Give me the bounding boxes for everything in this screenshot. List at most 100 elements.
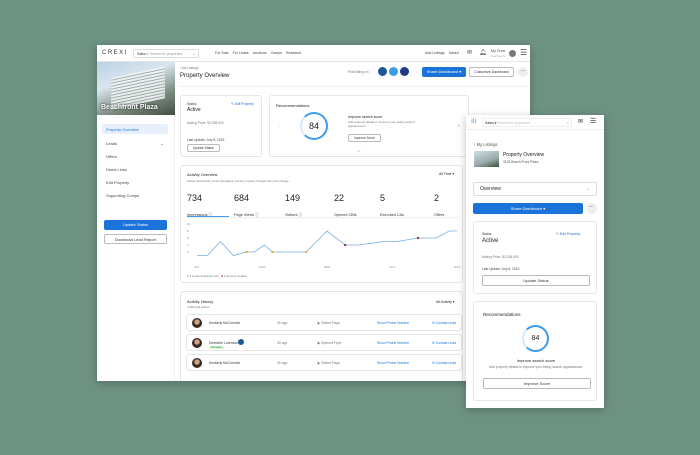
sidebar-item-property-overview[interactable]: Property Overview xyxy=(102,124,168,134)
asking-price: Asking Price: $2,035,000 xyxy=(187,121,224,125)
action-label: Visited Page xyxy=(320,361,340,365)
nav-for-lease[interactable]: For Lease xyxy=(233,51,249,55)
contact-lead-link[interactable]: ✉ Contact Lead xyxy=(432,361,456,365)
lead-name[interactable]: Kimberly McCormick xyxy=(209,361,240,365)
mail-icon[interactable]: ✉ xyxy=(467,49,472,56)
share-dashboard-button[interactable]: Share Dashboard ▾ xyxy=(473,203,583,214)
update-status-button[interactable]: Update Status xyxy=(482,275,590,286)
more-icon[interactable]: ··· xyxy=(586,203,597,214)
avatar xyxy=(192,338,202,348)
stat-value: 22 xyxy=(334,193,345,203)
sidebar-item-leads[interactable]: Leads ⌄ xyxy=(102,138,168,148)
search-icon[interactable]: ⌕ xyxy=(567,121,569,125)
facebook-icon[interactable] xyxy=(400,67,409,76)
sidebar-item-edit-property[interactable]: Edit Property xyxy=(102,177,168,187)
action: ◉ Visited Page xyxy=(317,321,340,325)
table-row[interactable]: Deshiche Lorenson Hot Lead 3h ago ◉ Open… xyxy=(186,334,462,351)
search-bar[interactable]: Sales ▾ Search for properties ⌕ xyxy=(133,49,199,58)
sales-select[interactable]: Sales xyxy=(485,121,494,125)
nav-research[interactable]: Research xyxy=(286,51,301,55)
mail-icon[interactable]: ✉ xyxy=(578,118,583,125)
table-row[interactable]: Kimberly McCormick 3h ago ◉ Visited Page… xyxy=(186,314,462,331)
add-listings-link[interactable]: Add Listings xyxy=(425,51,445,55)
show-phone-link[interactable]: Show Phone Number xyxy=(377,341,409,345)
x-tick-label: JUL xyxy=(194,265,200,269)
contact-lead-link[interactable]: ✉ Contact Lead xyxy=(432,341,456,345)
contact-lead-link[interactable]: ✉ Contact Lead xyxy=(432,321,456,325)
nav-comps[interactable]: Comps xyxy=(271,51,282,55)
menu-icon[interactable]: ☰ xyxy=(590,117,596,125)
improve-score-button[interactable]: Improve Score xyxy=(348,134,381,142)
y-tick-label: 10 xyxy=(187,222,191,226)
show-phone-link[interactable]: Show Phone Number xyxy=(377,321,409,325)
activity-filter[interactable]: All Activity ▾ xyxy=(436,300,455,304)
overview-dropdown[interactable]: Overview ⌄ xyxy=(473,182,597,196)
edit-property-link[interactable]: ✎ Edit Property xyxy=(231,102,254,106)
activity-overview-card: Activity Overview Shows total activity, … xyxy=(180,165,463,283)
top-nav: CREXI Sales ▾ Search for properties ⌕ For… xyxy=(97,45,530,62)
edit-property-link[interactable]: ✎ Edit Property xyxy=(556,232,580,236)
legend-email: 3 email campaigns sent xyxy=(189,274,219,278)
sidebar-item-offers[interactable]: Offers xyxy=(102,151,168,161)
time: 3h ago xyxy=(277,321,288,325)
user-name[interactable]: My Crexi xyxy=(491,49,505,53)
user-sub: Courtney S. xyxy=(491,54,506,58)
activity-subtitle: Shows total activity, email campaigns, a… xyxy=(187,179,289,183)
bell-icon[interactable]: 🔔︎ xyxy=(479,49,487,56)
next-arrow-icon[interactable]: › xyxy=(458,123,460,129)
status-label: Status xyxy=(482,232,492,236)
twitter-icon[interactable] xyxy=(389,67,398,76)
search-input[interactable]: Search for properties xyxy=(149,52,182,56)
more-icon[interactable]: ··· xyxy=(518,67,528,77)
sidebar-item-supporting-comps[interactable]: Supporting Comps xyxy=(102,190,168,200)
improve-score-button[interactable]: Improve Score xyxy=(483,378,591,389)
badge-icon xyxy=(238,339,244,345)
breadcrumb[interactable]: ‹ My Listings xyxy=(474,142,498,147)
property-name: Beachfront Plaza xyxy=(101,104,158,111)
carousel-dots[interactable]: ● ∙ ∙ ∙ xyxy=(358,149,365,153)
search-input[interactable]: Search for properties xyxy=(497,121,530,125)
linkedin-icon[interactable] xyxy=(378,67,387,76)
update-status-button[interactable]: Update Status xyxy=(187,144,220,152)
property-update-marker[interactable] xyxy=(344,243,347,247)
show-phone-link[interactable]: Show Phone Number xyxy=(377,361,409,365)
recommendations-title: Recommendations xyxy=(483,312,521,317)
sidebar-item-direct-links[interactable]: Direct Links xyxy=(102,164,168,174)
mail-icon: ✉ xyxy=(432,341,435,345)
edit-label: Edit Property xyxy=(559,232,581,236)
property-update-marker[interactable] xyxy=(416,236,420,240)
breadcrumb-link[interactable]: My Listings xyxy=(477,142,498,147)
avatar[interactable] xyxy=(509,50,516,57)
saved-link[interactable]: Saved xyxy=(449,51,459,55)
time: 3h ago xyxy=(277,341,288,345)
table-row[interactable]: Kimberly McCormick 3h ago ◉ Visited Page… xyxy=(186,354,462,371)
activity-title: Activity Overview xyxy=(187,172,218,177)
customize-dashboard-button[interactable]: Customize Dashboard xyxy=(469,67,514,77)
breadcrumb[interactable]: ‹ My Listings xyxy=(180,66,199,70)
x-tick-label: OCT xyxy=(389,265,396,269)
breadcrumb-link[interactable]: My Listings xyxy=(182,66,199,70)
lead-name[interactable]: Kimberly McCormick xyxy=(209,321,240,325)
email-campaign-marker[interactable] xyxy=(245,251,248,253)
mobile-header: ılı Sales ▾ Search for properties ⌕ ✉ ☰ xyxy=(466,115,604,130)
share-label: Share Dashboard xyxy=(426,69,459,74)
lead-name[interactable]: Deshiche Lorenson xyxy=(209,341,238,345)
update-status-button[interactable]: Update Status xyxy=(104,220,167,230)
property-thumbnail xyxy=(474,151,499,167)
history-count: 3,456 total actions xyxy=(187,305,210,309)
download-lead-report-button[interactable]: Download Lead Report xyxy=(104,234,167,244)
nav-for-sale[interactable]: For Sale xyxy=(215,51,229,55)
menu-icon[interactable]: ☰ xyxy=(520,48,527,57)
dropdown-value: Overview xyxy=(480,186,501,192)
last-update: Last Update: July 6, 2019 xyxy=(187,138,225,142)
email-campaign-marker[interactable] xyxy=(271,251,274,253)
mobile-search-bar[interactable]: Sales ▾ Search for properties ⌕ xyxy=(482,118,572,127)
rec-heading: Improve search score xyxy=(516,358,556,363)
time-filter[interactable]: All Time ▾ xyxy=(439,172,454,176)
mail-icon: ✉ xyxy=(432,361,435,365)
share-dashboard-button[interactable]: Share Dashboard ▾ xyxy=(422,67,466,77)
search-icon[interactable]: ⌕ xyxy=(193,52,195,56)
nav-auctions[interactable]: Auctions xyxy=(253,51,267,55)
prev-arrow-icon[interactable]: ‹ xyxy=(278,123,280,129)
email-campaign-marker[interactable] xyxy=(305,251,308,253)
